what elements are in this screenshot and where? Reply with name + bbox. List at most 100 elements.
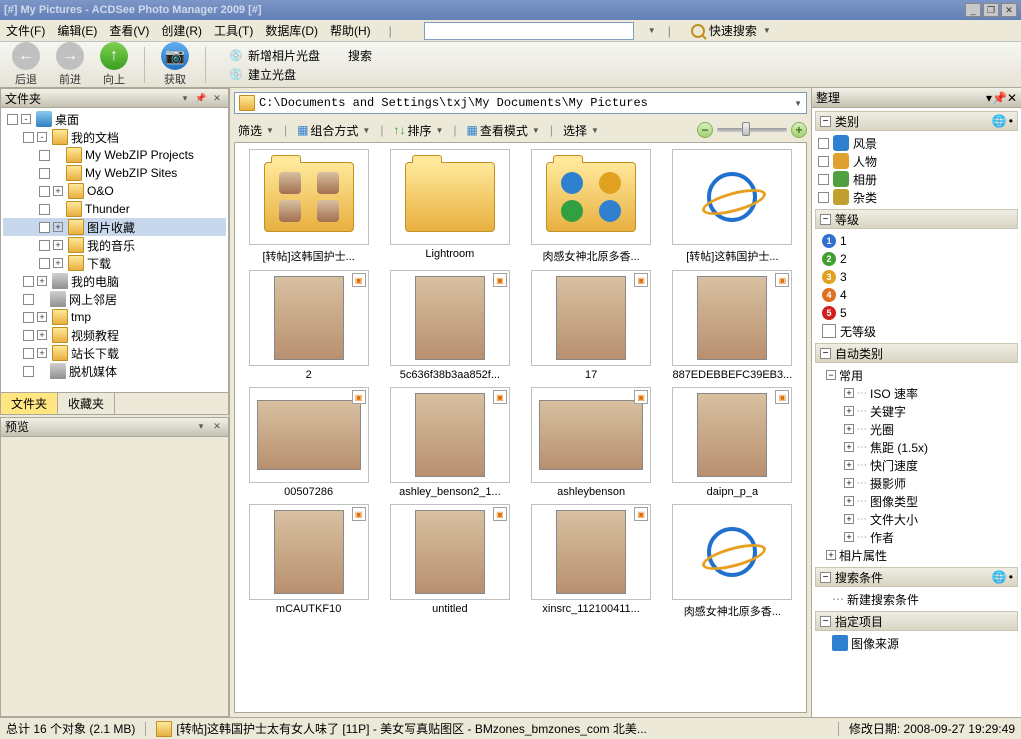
collapse-icon[interactable]: − [820, 116, 831, 127]
new-photodisc-button[interactable]: 💿 新增相片光盘 [228, 47, 320, 64]
forward-button[interactable]: → 前进 [50, 42, 90, 87]
address-bar[interactable]: C:\Documents and Settings\txj\My Documen… [234, 92, 807, 114]
collapse-icon[interactable]: − [820, 616, 831, 627]
thumbnail-item[interactable]: 肉感女神北原多香... [665, 504, 800, 619]
thumbnail-item[interactable]: ▣ashleybenson [524, 387, 659, 498]
tree-checkbox[interactable] [23, 276, 34, 287]
select-button[interactable]: 选择▼ [559, 121, 603, 140]
tree-checkbox[interactable] [39, 150, 50, 161]
tree-checkbox[interactable] [23, 330, 34, 341]
expand-icon[interactable]: + [844, 460, 854, 470]
collapse-icon[interactable]: − [820, 214, 831, 225]
tree-checkbox[interactable] [39, 222, 50, 233]
pane-close-icon[interactable]: ✕ [210, 91, 224, 105]
zoom-slider[interactable] [717, 128, 787, 132]
thumbnail-item[interactable]: [转帖]这韩国护士... [241, 149, 376, 264]
thumbnail-item[interactable]: ▣untitled [382, 504, 517, 619]
create-disc-button[interactable]: 💿 建立光盘 [228, 66, 320, 83]
expand-icon[interactable]: + [844, 496, 854, 506]
search-dropdown-icon[interactable]: ▼ [648, 26, 656, 35]
expand-icon[interactable]: + [844, 514, 854, 524]
gear-icon[interactable]: • [1009, 114, 1013, 128]
auto-category-item[interactable]: +⋯摄影师 [812, 474, 1021, 492]
tree-checkbox[interactable] [39, 240, 50, 251]
expand-icon[interactable]: + [53, 240, 63, 250]
address-dropdown-icon[interactable]: ▼ [794, 99, 802, 108]
rating-item[interactable]: 无等级 [812, 322, 1021, 340]
minimize-button[interactable]: _ [965, 3, 981, 17]
photo-attributes[interactable]: +相片属性 [812, 546, 1021, 564]
expand-icon[interactable]: + [844, 406, 854, 416]
globe-icon[interactable]: 🌐 [992, 570, 1007, 584]
tree-node[interactable]: My WebZIP Sites [3, 164, 226, 182]
collapse-icon[interactable]: − [820, 572, 831, 583]
tree-node[interactable]: +视频教程 [3, 326, 226, 344]
tree-node[interactable]: +图片收藏 [3, 218, 226, 236]
category-item[interactable]: 杂类 [812, 188, 1021, 206]
tree-checkbox[interactable] [23, 366, 34, 377]
gear-icon[interactable]: • [1009, 570, 1013, 584]
expand-icon[interactable]: + [844, 532, 854, 542]
tree-checkbox[interactable] [23, 132, 34, 143]
rating-item[interactable]: 44 [812, 286, 1021, 304]
menu-search-input[interactable] [424, 22, 634, 40]
tree-node[interactable]: Thunder [3, 200, 226, 218]
tree-node[interactable]: -我的文档 [3, 128, 226, 146]
menu-database[interactable]: 数据库(D) [265, 22, 318, 39]
tree-checkbox[interactable] [7, 114, 18, 125]
tree-node[interactable]: My WebZIP Projects [3, 146, 226, 164]
auto-category-group[interactable]: −常用 [812, 366, 1021, 384]
auto-category-item[interactable]: +⋯作者 [812, 528, 1021, 546]
image-source-item[interactable]: 图像来源 [812, 634, 1021, 652]
section-header[interactable]: −搜索条件🌐• [815, 567, 1018, 587]
quick-search-label[interactable]: 快速搜索 [709, 22, 757, 39]
tree-node[interactable]: 网上邻居 [3, 290, 226, 308]
thumbnail-item[interactable]: ▣887EDEBBEFC39EB3... [665, 270, 800, 381]
pane-pin-icon[interactable]: 📌 [194, 91, 208, 105]
tree-node[interactable]: -桌面 [3, 110, 226, 128]
expand-icon[interactable]: + [844, 478, 854, 488]
menu-edit[interactable]: 编辑(E) [57, 22, 97, 39]
collapse-icon[interactable]: − [820, 348, 831, 359]
expand-icon[interactable]: + [37, 276, 47, 286]
tree-node[interactable]: +我的电脑 [3, 272, 226, 290]
thumbnail-item[interactable]: ▣2 [241, 270, 376, 381]
section-header[interactable]: −类别🌐• [815, 111, 1018, 131]
category-checkbox[interactable] [818, 174, 829, 185]
tree-checkbox[interactable] [39, 186, 50, 197]
menu-file[interactable]: 文件(F) [6, 22, 45, 39]
sort-button[interactable]: ↑↓排序▼ [389, 121, 447, 140]
menu-create[interactable]: 创建(R) [161, 22, 202, 39]
tree-checkbox[interactable] [39, 168, 50, 179]
auto-category-item[interactable]: +⋯图像类型 [812, 492, 1021, 510]
expand-icon[interactable]: + [826, 550, 836, 560]
group-button[interactable]: ▦组合方式▼ [293, 121, 374, 140]
expand-icon[interactable]: + [844, 388, 854, 398]
thumbnail-item[interactable]: ▣xinsrc_112100411... [524, 504, 659, 619]
menu-tools[interactable]: 工具(T) [214, 22, 253, 39]
filter-button[interactable]: 筛选▼ [234, 121, 278, 140]
tab-folders[interactable]: 文件夹 [1, 393, 58, 414]
tree-node[interactable]: +下载 [3, 254, 226, 272]
category-item[interactable]: 人物 [812, 152, 1021, 170]
auto-category-item[interactable]: +⋯ISO 速率 [812, 384, 1021, 402]
menu-view[interactable]: 查看(V) [109, 22, 149, 39]
thumbnail-grid[interactable]: [转帖]这韩国护士...Lightroom肉感女神北原多香...[转帖]这韩国护… [234, 142, 807, 713]
auto-category-item[interactable]: +⋯文件大小 [812, 510, 1021, 528]
rating-item[interactable]: 33 [812, 268, 1021, 286]
tree-checkbox[interactable] [23, 312, 34, 323]
thumbnail-item[interactable]: Lightroom [382, 149, 517, 264]
rating-item[interactable]: 22 [812, 250, 1021, 268]
auto-category-item[interactable]: +⋯焦距 (1.5x) [812, 438, 1021, 456]
zoom-out-button[interactable]: − [697, 122, 713, 138]
category-checkbox[interactable] [818, 138, 829, 149]
thumbnail-item[interactable]: [转帖]这韩国护士... [665, 149, 800, 264]
category-checkbox[interactable] [818, 192, 829, 203]
tree-checkbox[interactable] [23, 294, 34, 305]
tab-favorites[interactable]: 收藏夹 [58, 393, 115, 414]
thumbnail-item[interactable]: 肉感女神北原多香... [524, 149, 659, 264]
section-header[interactable]: −自动类别 [815, 343, 1018, 363]
menu-help[interactable]: 帮助(H) [330, 22, 371, 39]
tree-checkbox[interactable] [39, 258, 50, 269]
auto-category-item[interactable]: +⋯快门速度 [812, 456, 1021, 474]
